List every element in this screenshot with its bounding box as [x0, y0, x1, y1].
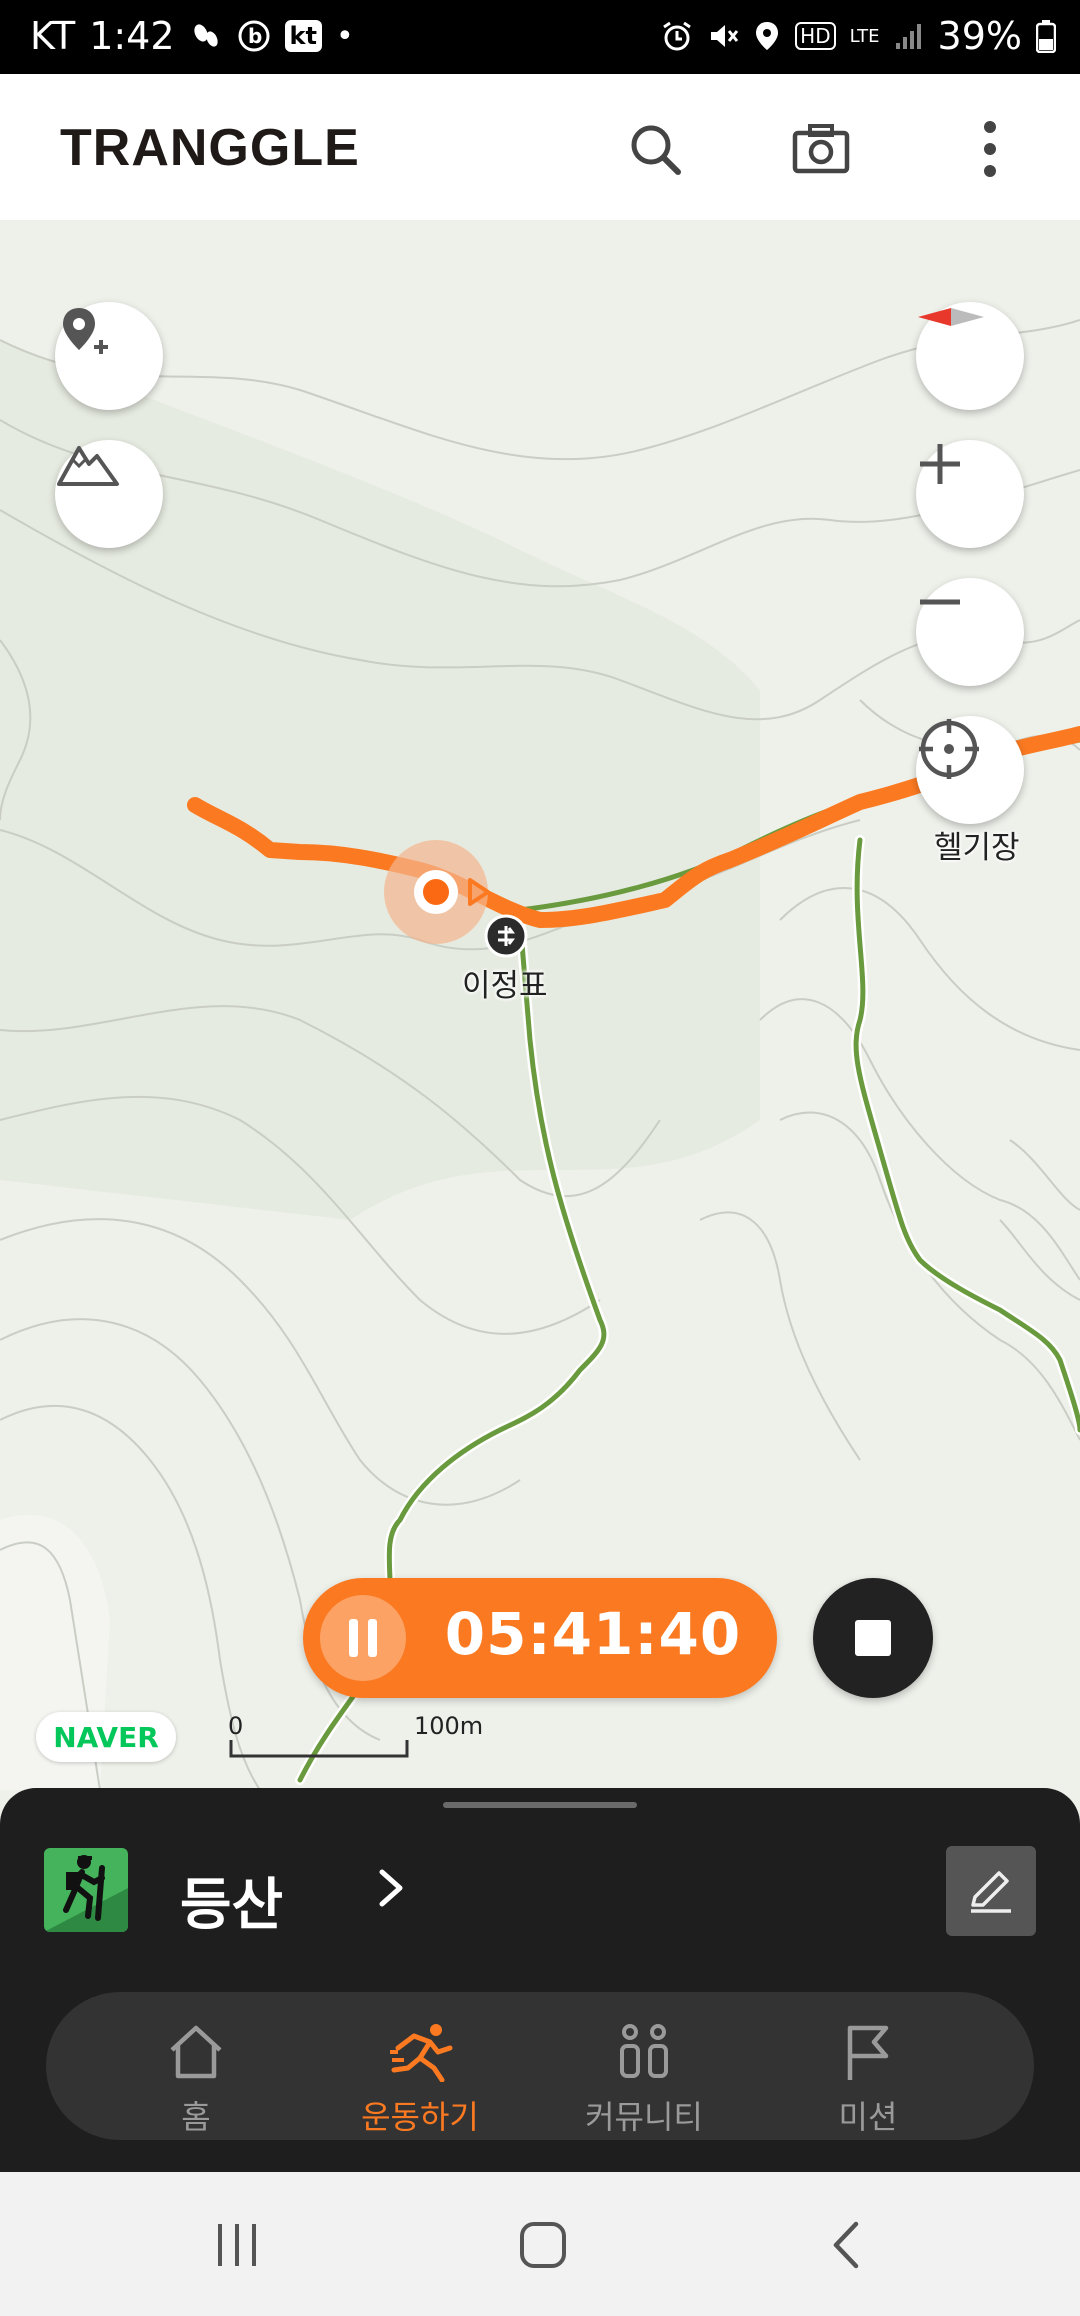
nav-item-mission[interactable]: 미션	[768, 2006, 968, 2136]
location-icon	[753, 20, 781, 52]
mute-icon	[707, 20, 739, 52]
bottom-sheet[interactable]: 등산 홈 운동하기 커뮤니티 미션	[0, 1788, 1080, 2172]
camera-icon	[792, 124, 850, 174]
chevron-right-icon[interactable]	[376, 1868, 406, 1912]
svg-text:b: b	[248, 24, 262, 48]
more-options-button[interactable]	[955, 114, 1025, 184]
zoom-in-icon	[920, 444, 960, 484]
nav-label-home: 홈	[181, 2098, 211, 2136]
app-logo: TRANGGLE	[60, 119, 360, 177]
bottom-navigation: 홈 운동하기 커뮤니티 미션	[46, 1992, 1034, 2140]
scale-bar	[229, 1740, 409, 1758]
compass-icon	[918, 308, 984, 326]
add-location-icon	[63, 308, 108, 354]
recents-icon[interactable]	[212, 2220, 262, 2270]
nav-item-community[interactable]: 커뮤니티	[544, 2006, 744, 2136]
nav-item-home[interactable]: 홈	[96, 2006, 296, 2136]
lte-icon: LTE	[849, 25, 880, 47]
nav-label-workout: 운동하기	[361, 2098, 479, 2136]
signal-icon	[894, 21, 924, 51]
camera-button[interactable]	[786, 114, 856, 184]
elapsed-timer-pill: 05:41:40	[303, 1578, 777, 1698]
nav-label-community: 커뮤니티	[585, 2098, 703, 2136]
clock: 1:42	[89, 14, 175, 58]
edit-icon	[971, 1871, 1011, 1913]
drag-handle[interactable]	[443, 1802, 637, 1808]
battery-icon	[1036, 19, 1056, 53]
edit-button[interactable]	[946, 1846, 1036, 1936]
my-location-icon	[919, 719, 979, 779]
compass-button[interactable]	[916, 302, 1024, 410]
alarm-icon	[661, 20, 693, 52]
home-button-icon[interactable]	[518, 2220, 568, 2270]
system-navigation-bar	[0, 2172, 1080, 2316]
battery-percent: 39%	[937, 14, 1022, 58]
my-location-button[interactable]	[916, 716, 1024, 824]
stop-icon	[855, 1620, 891, 1656]
naver-attribution[interactable]: NAVER	[36, 1712, 176, 1762]
flag-icon	[847, 2025, 889, 2080]
pause-icon	[349, 1619, 358, 1657]
b-app-icon: b	[237, 19, 271, 53]
stop-button[interactable]	[813, 1578, 933, 1698]
back-icon[interactable]	[826, 2220, 866, 2270]
mountain-icon	[57, 446, 119, 486]
community-icon	[620, 2024, 668, 2078]
status-bar: KT 1:42 b kt • HD LTE 39%	[0, 0, 1080, 74]
pause-button[interactable]	[320, 1595, 406, 1681]
map-view[interactable]: 이정표 헬기장 NAVER 0 100m	[0, 220, 1080, 1790]
carrier: KT	[30, 14, 76, 58]
zoom-out-button[interactable]	[916, 578, 1024, 686]
app-header: TRANGGLE	[0, 74, 1080, 221]
add-location-button[interactable]	[55, 302, 163, 410]
more-vert-icon	[984, 121, 996, 177]
nav-item-workout[interactable]: 운동하기	[320, 2006, 520, 2136]
nav-label-mission: 미션	[838, 2098, 898, 2136]
helipad-label: 헬기장	[934, 830, 1020, 866]
search-button[interactable]	[620, 114, 690, 184]
map-scale: 0 100m	[228, 1712, 483, 1762]
hiking-icon	[44, 1848, 128, 1932]
search-icon	[631, 125, 681, 175]
elapsed-time: 05:41:40	[444, 1600, 742, 1668]
activity-type-label[interactable]: 등산	[180, 1860, 283, 1941]
footprint-icon	[189, 19, 223, 53]
running-icon	[390, 2024, 453, 2082]
signpost-label: 이정표	[462, 968, 548, 1004]
zoom-in-button[interactable]	[916, 440, 1024, 548]
hd-icon: HD	[795, 22, 836, 50]
zoom-out-icon	[920, 599, 960, 605]
kt-icon: kt	[284, 20, 322, 52]
notification-dot: •	[335, 18, 354, 54]
mountain-button[interactable]	[55, 440, 163, 548]
home-icon	[170, 2025, 222, 2079]
